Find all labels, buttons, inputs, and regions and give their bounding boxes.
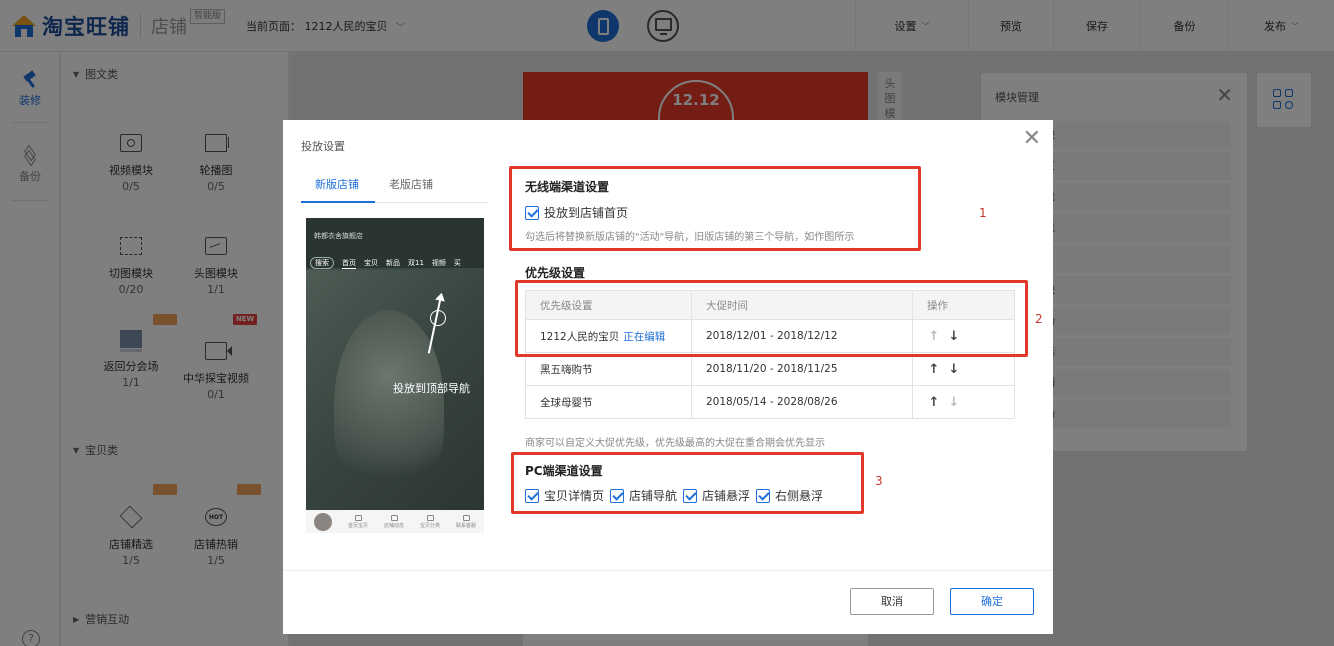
active-tab-indicator xyxy=(301,201,375,203)
list-icon xyxy=(426,514,434,521)
pc-nav-checkbox[interactable]: 店铺导航 xyxy=(629,487,677,504)
editing-link[interactable]: 正在编辑 xyxy=(623,331,665,343)
model-photo xyxy=(334,310,444,500)
cancel-button[interactable]: 取消 xyxy=(850,588,934,615)
home-icon xyxy=(354,514,362,521)
tab-old-shop[interactable]: 老版店铺 xyxy=(389,176,433,192)
wireless-hint: 勾选后将替换新版店铺的"活动"导航，旧版店铺的第三个导航，如作图所示 xyxy=(525,232,855,243)
tab-new-shop[interactable]: 新版店铺 xyxy=(315,176,359,192)
phone-shop-name: 韩都衣舍旗舰店 xyxy=(314,232,363,240)
table-row: 1212人民的宝贝 正在编辑 2018/12/01 - 2018/12/12 ↑ ↓ xyxy=(525,319,1015,353)
arrow-down-icon[interactable]: ↓ xyxy=(947,329,961,344)
table-row: 黑五嗨购节 2018/11/20 - 2018/11/25 ↑ ↓ xyxy=(525,352,1015,386)
checkbox-checked-icon[interactable] xyxy=(610,488,625,503)
home-page-checkbox[interactable]: 投放到店铺首页 xyxy=(525,204,628,221)
signal-icon xyxy=(390,514,398,521)
col-date: 大促时间 xyxy=(691,290,913,320)
phone-preview: 韩都衣舍旗舰店 搜索 首页 宝贝 新品 双11 视频 买 投放到顶部导航 首页宝… xyxy=(306,218,484,533)
pc-float-checkbox[interactable]: 店铺悬浮 xyxy=(702,487,750,504)
arrow-down-icon[interactable]: ↓ xyxy=(947,362,961,377)
service-icon xyxy=(462,514,470,521)
col-priority: 优先级设置 xyxy=(525,290,692,320)
arrow-up-icon: ↑ xyxy=(928,328,940,344)
avatar xyxy=(314,512,332,531)
priority-title: 优先级设置 xyxy=(525,266,586,280)
phone-search: 搜索 xyxy=(310,257,334,269)
checkbox-checked-icon[interactable] xyxy=(756,488,771,503)
phone-nav: 搜索 首页 宝贝 新品 双11 视频 买 xyxy=(310,256,480,270)
dialog-title: 投放设置 xyxy=(301,140,345,153)
arrow-up-icon[interactable]: ↑ xyxy=(927,362,941,377)
annotation-number-2: 2 xyxy=(1035,312,1043,326)
pc-detail-checkbox[interactable]: 宝贝详情页 xyxy=(544,487,604,504)
annotation-number-1: 1 xyxy=(979,206,987,220)
arrow-down-icon: ↓ xyxy=(948,394,960,410)
confirm-button[interactable]: 确定 xyxy=(950,588,1034,615)
placement-dialog: 投放设置 ✕ 新版店铺 老版店铺 韩都衣舍旗舰店 搜索 首页 宝贝 新品 双11… xyxy=(283,120,1053,634)
pc-title: PC端渠道设置 xyxy=(525,464,603,478)
table-row: 全球母婴节 2018/05/14 - 2028/08/26 ↑ ↓ xyxy=(525,385,1015,419)
checkbox-checked-icon[interactable] xyxy=(525,205,539,220)
tap-circle-icon xyxy=(430,310,446,326)
checkbox-checked-icon[interactable] xyxy=(683,488,698,503)
priority-table: 优先级设置 大促时间 操作 1212人民的宝贝 正在编辑 2018/12/01 -… xyxy=(525,290,1015,419)
col-action: 操作 xyxy=(912,290,1015,320)
phone-bottom-bar: 首页宝贝 店铺动态 宝贝分类 联系客服 xyxy=(306,510,484,533)
close-icon[interactable]: ✕ xyxy=(1023,128,1041,150)
pc-checkbox-group: 宝贝详情页 店铺导航 店铺悬浮 右侧悬浮 xyxy=(525,487,829,504)
arrow-up-icon[interactable]: ↑ xyxy=(927,395,941,410)
wireless-title: 无线端渠道设置 xyxy=(525,180,610,194)
annotation-number-3: 3 xyxy=(875,474,883,488)
checkbox-checked-icon[interactable] xyxy=(525,488,539,503)
pc-right-float-checkbox[interactable]: 右侧悬浮 xyxy=(775,487,823,504)
priority-hint: 商家可以自定义大促优先级，优先级最高的大促在重合期会优先显示 xyxy=(525,438,825,449)
phone-annotation: 投放到顶部导航 xyxy=(393,382,470,395)
